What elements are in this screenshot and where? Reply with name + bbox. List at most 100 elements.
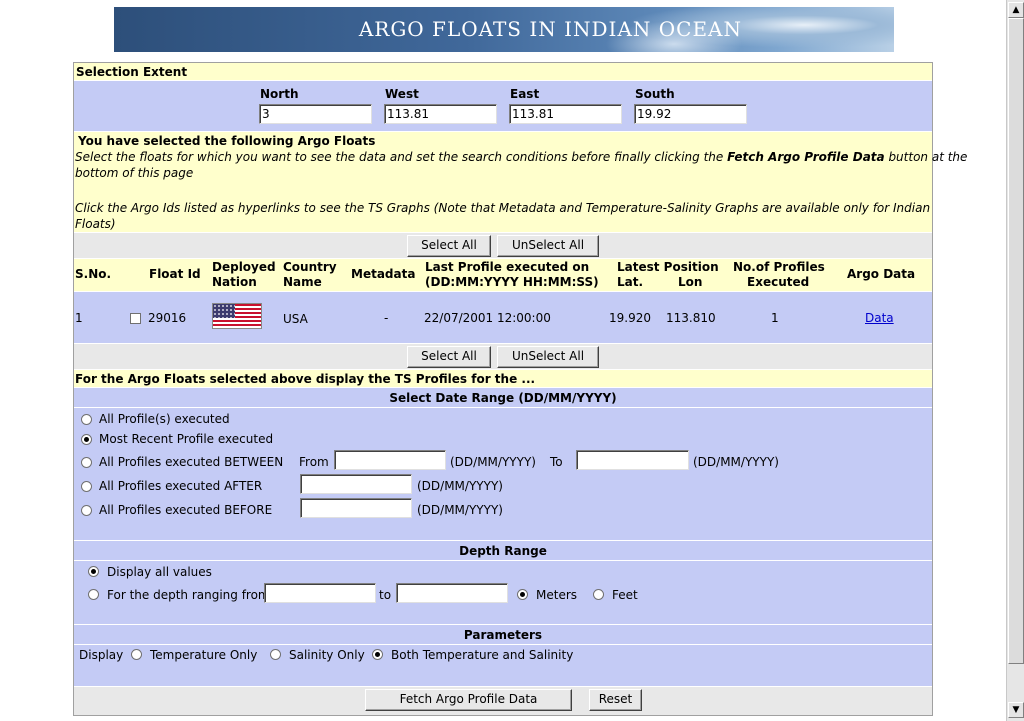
page: ARGO FLOATS IN INDIAN OCEAN Selection Ex… xyxy=(0,0,1006,721)
date-range-heading: Select Date Range (DD/MM/YYYY) xyxy=(74,388,932,408)
depth-all-radio[interactable] xyxy=(88,566,99,577)
selected-floats-heading: You have selected the following Argo Flo… xyxy=(78,134,376,148)
col-country-2: Name xyxy=(283,275,322,289)
cell-sno: 1 xyxy=(75,311,83,325)
col-argo-data: Argo Data xyxy=(847,267,916,281)
between-from-format: (DD/MM/YYYY) xyxy=(450,455,536,469)
select-all-button-bottom[interactable]: Select All xyxy=(407,346,491,368)
date-range-section: All Profile(s) executed Most Recent Prof… xyxy=(74,408,932,541)
temperature-only-radio[interactable] xyxy=(131,649,142,660)
banner-title: ARGO FLOATS IN INDIAN OCEAN xyxy=(358,17,742,41)
after-format: (DD/MM/YYYY) xyxy=(417,479,503,493)
date-recent-label: Most Recent Profile executed xyxy=(99,432,274,446)
south-label: South xyxy=(635,87,675,101)
date-between-label: All Profiles executed BETWEEN xyxy=(99,455,284,469)
instructions-line-4: Floats) xyxy=(75,217,116,231)
selection-extent-heading: Selection Extent xyxy=(76,65,188,79)
depth-from-input[interactable] xyxy=(264,583,376,603)
parameters-section: Display Temperature Only Salinity Only B… xyxy=(74,645,932,687)
flag-canton xyxy=(213,304,235,318)
instructions-text-b: button at the xyxy=(884,150,968,164)
cell-lon: 113.810 xyxy=(666,311,716,325)
argo-data-link[interactable]: Data xyxy=(865,311,894,325)
col-deployed-2: Nation xyxy=(212,275,257,289)
both-temp-salinity-label: Both Temperature and Salinity xyxy=(391,648,574,662)
unselect-all-button-top[interactable]: UnSelect All xyxy=(497,235,599,257)
col-float-id: Float Id xyxy=(149,267,201,281)
salinity-only-label: Salinity Only xyxy=(289,648,365,662)
date-after-label: All Profiles executed AFTER xyxy=(99,479,263,493)
before-date-input[interactable] xyxy=(300,498,412,518)
main-form: Selection Extent North West East South Y… xyxy=(73,62,967,716)
north-label: North xyxy=(260,87,299,101)
display-label: Display xyxy=(79,648,124,662)
col-num-profiles-1: No.of Profiles xyxy=(733,260,825,274)
scroll-down-arrow-icon[interactable]: ▼ xyxy=(1008,702,1024,718)
col-last-profile-1: Last Profile executed on xyxy=(425,260,590,274)
col-lon: Lon xyxy=(678,275,703,289)
col-num-profiles-2: Executed xyxy=(747,275,810,289)
col-latest-position: Latest Position xyxy=(617,260,719,274)
east-input[interactable] xyxy=(509,104,622,124)
instructions-line-2: bottom of this page xyxy=(75,166,194,180)
date-before-label: All Profiles executed BEFORE xyxy=(99,503,273,517)
date-after-radio[interactable] xyxy=(81,481,92,492)
col-country-1: Country xyxy=(283,260,337,274)
meters-radio[interactable] xyxy=(517,589,528,600)
cell-last-profile: 22/07/2001 12:00:00 xyxy=(424,311,551,325)
date-all-label: All Profile(s) executed xyxy=(99,412,230,426)
coordinates-row: North West East South xyxy=(74,81,932,132)
selected-floats-info: You have selected the following Argo Flo… xyxy=(74,132,967,233)
depth-to-input[interactable] xyxy=(396,583,508,603)
instructions-line-1: Select the floats for which you want to … xyxy=(75,150,967,164)
cell-num-profiles: 1 xyxy=(771,311,779,325)
feet-label: Feet xyxy=(612,588,638,602)
reset-button[interactable]: Reset xyxy=(589,689,642,711)
date-all-radio[interactable] xyxy=(81,414,92,425)
date-between-radio[interactable] xyxy=(81,457,92,468)
col-sno: S.No. xyxy=(75,267,112,281)
feet-radio[interactable] xyxy=(593,589,604,600)
banner: ARGO FLOATS IN INDIAN OCEAN xyxy=(114,7,894,52)
scroll-up-arrow-icon[interactable]: ▲ xyxy=(1008,2,1024,18)
select-all-row-top: Select All UnSelect All xyxy=(74,233,932,259)
date-before-radio[interactable] xyxy=(81,505,92,516)
cell-country: USA xyxy=(283,312,308,326)
usa-flag-icon xyxy=(212,303,262,329)
parameters-heading: Parameters xyxy=(74,625,932,645)
col-metadata: Metadata xyxy=(351,267,416,281)
north-input[interactable] xyxy=(259,104,372,124)
to-label: To xyxy=(550,455,563,469)
col-lat: Lat. xyxy=(617,275,644,289)
salinity-only-radio[interactable] xyxy=(270,649,281,660)
date-recent-radio[interactable] xyxy=(81,434,92,445)
selection-extent-heading-row: Selection Extent xyxy=(74,63,932,81)
depth-all-label: Display all values xyxy=(107,565,212,579)
depth-range-section: Display all values For the depth ranging… xyxy=(74,561,932,625)
unselect-all-button-bottom[interactable]: UnSelect All xyxy=(497,346,599,368)
depth-to-label: to xyxy=(379,588,392,602)
float-table-header: S.No. Float Id Deployed Nation Country N… xyxy=(74,259,932,292)
fetch-argo-profile-data-button[interactable]: Fetch Argo Profile Data xyxy=(365,689,572,711)
cell-float-id: 29016 xyxy=(148,311,187,325)
south-input[interactable] xyxy=(634,104,747,124)
table-row: 1 29016 USA - 22/07/2001 12:00:00 19.920… xyxy=(74,292,932,344)
ts-profiles-heading-row: For the Argo Floats selected above displ… xyxy=(74,370,932,388)
vertical-scrollbar[interactable]: ▲ ▼ xyxy=(1006,0,1024,721)
both-temp-salinity-radio[interactable] xyxy=(372,649,383,660)
col-deployed-1: Deployed xyxy=(212,260,276,274)
cell-metadata: - xyxy=(384,311,389,325)
float-select-checkbox[interactable] xyxy=(130,313,141,324)
instructions-bold: Fetch Argo Profile Data xyxy=(727,150,885,164)
submit-row: Fetch Argo Profile Data Reset xyxy=(74,687,932,715)
between-to-input[interactable] xyxy=(576,450,689,470)
between-from-input[interactable] xyxy=(334,450,446,470)
select-all-button-top[interactable]: Select All xyxy=(407,235,491,257)
depth-range-label: For the depth ranging from xyxy=(107,588,270,602)
instructions-line-3: Click the Argo Ids listed as hyperlinks … xyxy=(75,201,931,215)
after-date-input[interactable] xyxy=(300,474,412,494)
temperature-only-label: Temperature Only xyxy=(150,648,258,662)
depth-range-radio[interactable] xyxy=(88,589,99,600)
scroll-thumb[interactable] xyxy=(1008,18,1024,664)
west-input[interactable] xyxy=(384,104,497,124)
